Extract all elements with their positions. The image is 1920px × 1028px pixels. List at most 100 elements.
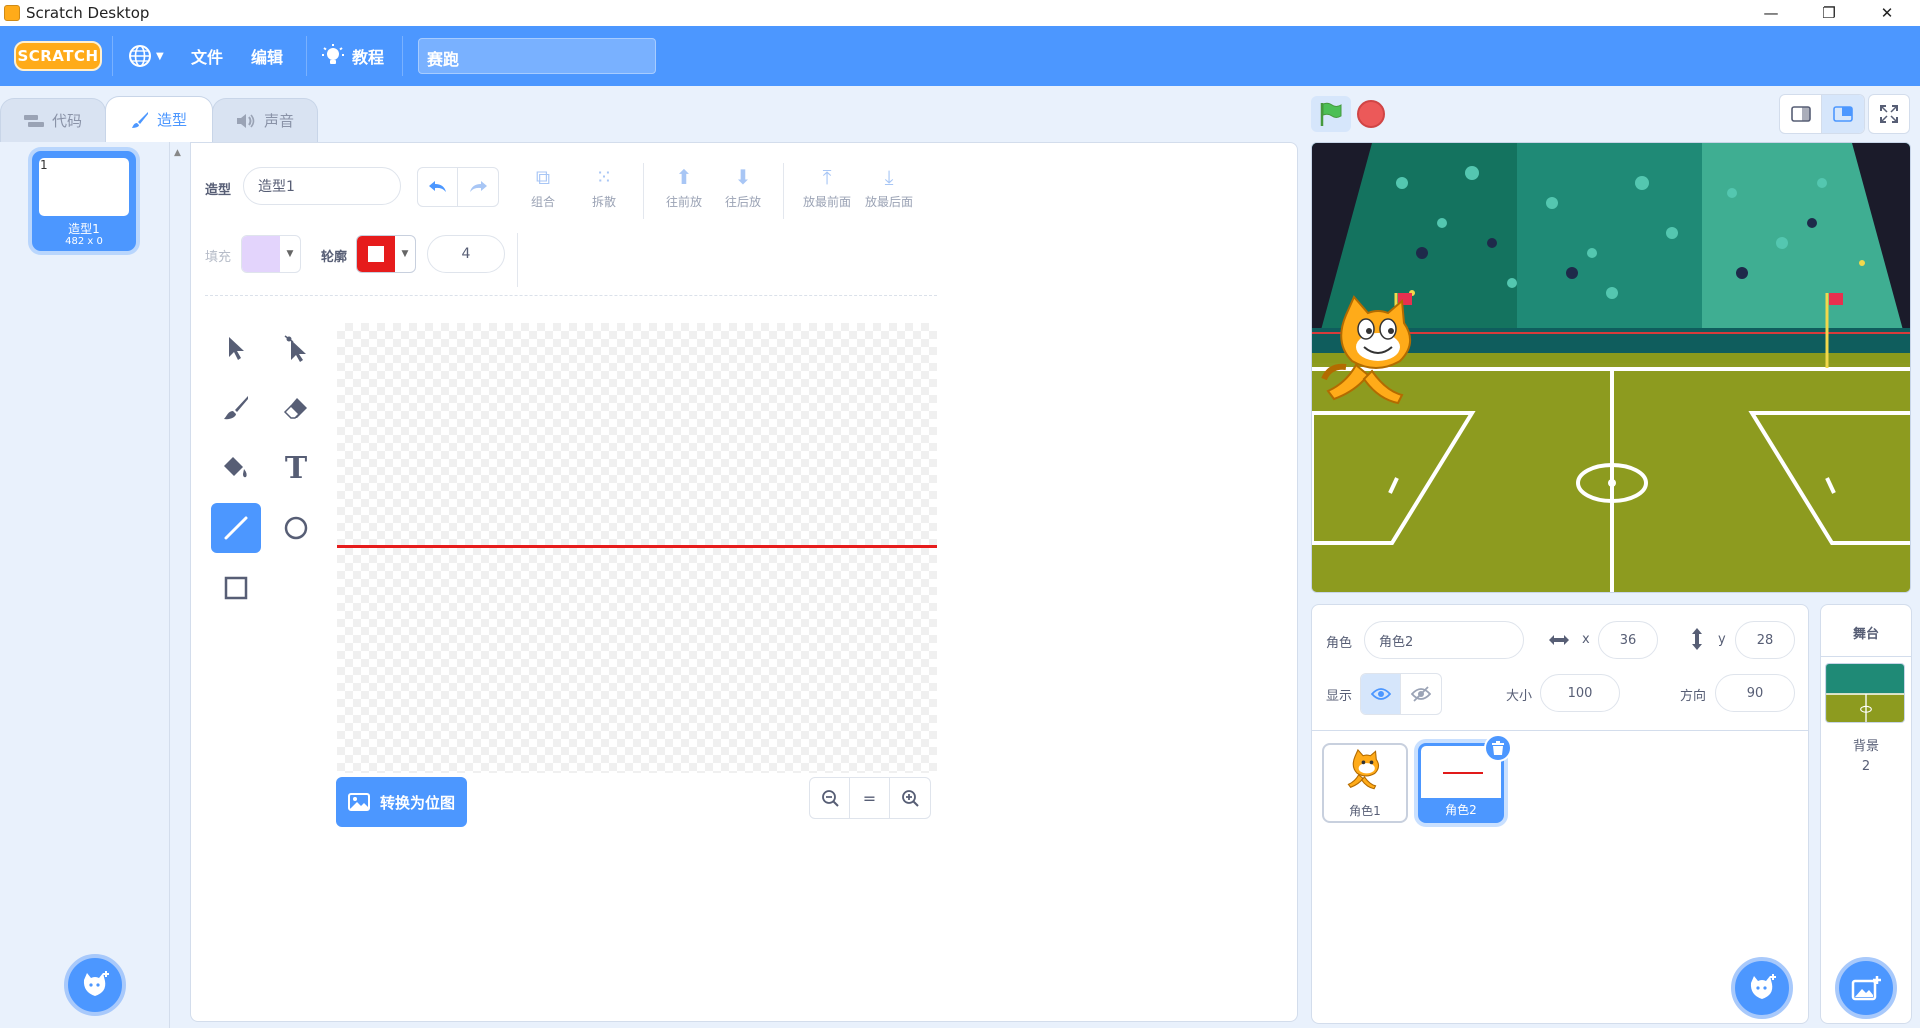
project-title-input[interactable]: 赛跑 (418, 38, 656, 74)
code-blocks-icon (23, 114, 44, 127)
choose-backdrop-button[interactable] (1835, 957, 1897, 1019)
tab-sounds-label: 声音 (263, 112, 294, 130)
line-sprite-thumbnail (1443, 772, 1483, 774)
size-label: 大小 (1506, 689, 1533, 704)
file-menu[interactable]: 文件 (191, 26, 223, 86)
circle-tool[interactable] (271, 503, 321, 553)
choose-sprite-button[interactable] (1731, 957, 1793, 1019)
toolbar-divider (205, 295, 937, 296)
undo-button[interactable] (418, 168, 458, 206)
close-button[interactable]: ✕ (1858, 0, 1916, 26)
costume-name-input[interactable]: 造型1 (243, 167, 401, 205)
cat-sprite (1321, 295, 1411, 405)
backward-button[interactable]: ⬇ 往后放 (713, 165, 773, 210)
text-tool[interactable]: T (271, 443, 321, 493)
redo-icon (470, 181, 487, 192)
large-stage-button[interactable] (1822, 95, 1864, 133)
arrow-to-bottom-icon: ⤓ (884, 165, 894, 189)
outline-swatch (357, 236, 395, 272)
stop-button[interactable] (1357, 100, 1385, 128)
restore-button[interactable]: ❐ (1800, 0, 1858, 26)
tutorials-menu[interactable]: 教程 (322, 26, 384, 86)
select-tool[interactable] (211, 323, 261, 373)
image-icon (347, 793, 370, 811)
horizontal-arrows-icon (1549, 635, 1569, 645)
minimize-button[interactable]: — (1742, 0, 1800, 26)
zoom-reset-button[interactable]: = (850, 778, 890, 818)
delete-sprite-button[interactable] (1484, 734, 1512, 762)
tab-code-label: 代码 (51, 112, 82, 130)
paint-canvas[interactable] (337, 323, 937, 773)
tab-sounds[interactable]: 声音 (212, 98, 318, 142)
scratch-app-icon (4, 5, 20, 21)
zoom-out-button[interactable] (810, 778, 850, 818)
arrow-to-top-icon: ⤒ (822, 165, 832, 189)
drawn-line[interactable] (337, 545, 937, 548)
undo-icon (428, 181, 446, 192)
fill-label: 填充 (205, 250, 232, 265)
lightbulb-icon (322, 44, 344, 64)
back-button[interactable]: ⤓ 放最后面 (859, 165, 919, 210)
ungroup-button[interactable]: ⁙ 拆散 (574, 165, 634, 210)
line-icon (224, 516, 248, 540)
eraser-tool[interactable] (271, 383, 321, 433)
rectangle-tool[interactable] (211, 563, 261, 613)
arrow-down-icon: ⬇ (734, 165, 752, 189)
scroll-up-arrow[interactable]: ▲ (174, 148, 181, 158)
zoom-in-icon (902, 790, 919, 807)
sprite-name-input[interactable]: 角色2 (1364, 621, 1524, 659)
cat-plus-icon (1750, 974, 1776, 999)
scratch-logo[interactable]: SCRATCH (14, 41, 102, 71)
edit-menu[interactable]: 编辑 (251, 26, 283, 86)
x-label: x (1582, 632, 1590, 647)
outline-label: 轮廓 (321, 250, 348, 265)
group-button[interactable]: ⧉ 组合 (513, 165, 573, 210)
sprite-name-label: 角色 (1326, 636, 1353, 651)
line-tool[interactable] (211, 503, 261, 553)
cat-sprite-thumbnail (1347, 749, 1380, 790)
sprite-tile[interactable]: 角色1 (1322, 743, 1408, 823)
fill-tool[interactable] (211, 443, 261, 493)
stage-canvas[interactable] (1311, 142, 1911, 593)
circle-icon (284, 516, 308, 540)
menu-separator (306, 36, 307, 76)
costume-item[interactable]: 1 造型1 482 x 0 (32, 151, 136, 251)
chevron-down-icon: ▼ (286, 249, 294, 259)
arrow-up-icon: ⬆ (675, 165, 693, 189)
size-input[interactable]: 100 (1540, 674, 1620, 712)
outline-color-picker[interactable]: ▼ (356, 235, 416, 273)
text-t-icon: T (284, 450, 308, 486)
x-input[interactable]: 36 (1598, 621, 1658, 659)
fullscreen-button[interactable] (1868, 94, 1910, 134)
outline-width-input[interactable]: 4 (427, 235, 505, 273)
hide-sprite-button[interactable] (1401, 674, 1441, 714)
zoom-controls: = (809, 777, 931, 819)
green-flag-button[interactable] (1311, 96, 1351, 132)
small-stage-button[interactable] (1780, 95, 1822, 133)
front-button[interactable]: ⤒ 放最前面 (797, 165, 857, 210)
language-menu[interactable]: ▼ (128, 26, 164, 86)
vertical-arrows-icon (1692, 628, 1702, 650)
redo-button[interactable] (458, 168, 498, 206)
tab-code[interactable]: 代码 (0, 98, 106, 142)
sprite-name: 角色1 (1349, 804, 1381, 818)
y-input[interactable]: 28 (1735, 621, 1795, 659)
costume-size: 482 x 0 (65, 236, 103, 247)
zoom-in-button[interactable] (890, 778, 930, 818)
fill-color-picker[interactable]: ▼ (241, 235, 301, 273)
backdrops-count: 2 (1861, 759, 1871, 774)
tab-costumes[interactable]: 造型 (105, 96, 213, 142)
convert-to-bitmap-button[interactable]: 转换为位图 (336, 777, 467, 827)
small-stage-icon (1790, 106, 1811, 122)
backward-label: 往后放 (724, 195, 761, 209)
stage-thumbnail (1825, 663, 1905, 723)
toolbar-separator (783, 163, 784, 219)
forward-button[interactable]: ⬆ 往前放 (654, 165, 714, 210)
speaker-icon (236, 113, 255, 128)
choose-costume-button[interactable] (64, 954, 126, 1016)
show-sprite-button[interactable] (1361, 674, 1401, 714)
reshape-tool[interactable] (271, 323, 321, 373)
stage-selector[interactable]: 舞台 背景 2 (1820, 604, 1912, 1024)
direction-input[interactable]: 90 (1715, 674, 1795, 712)
brush-tool[interactable] (211, 383, 261, 433)
